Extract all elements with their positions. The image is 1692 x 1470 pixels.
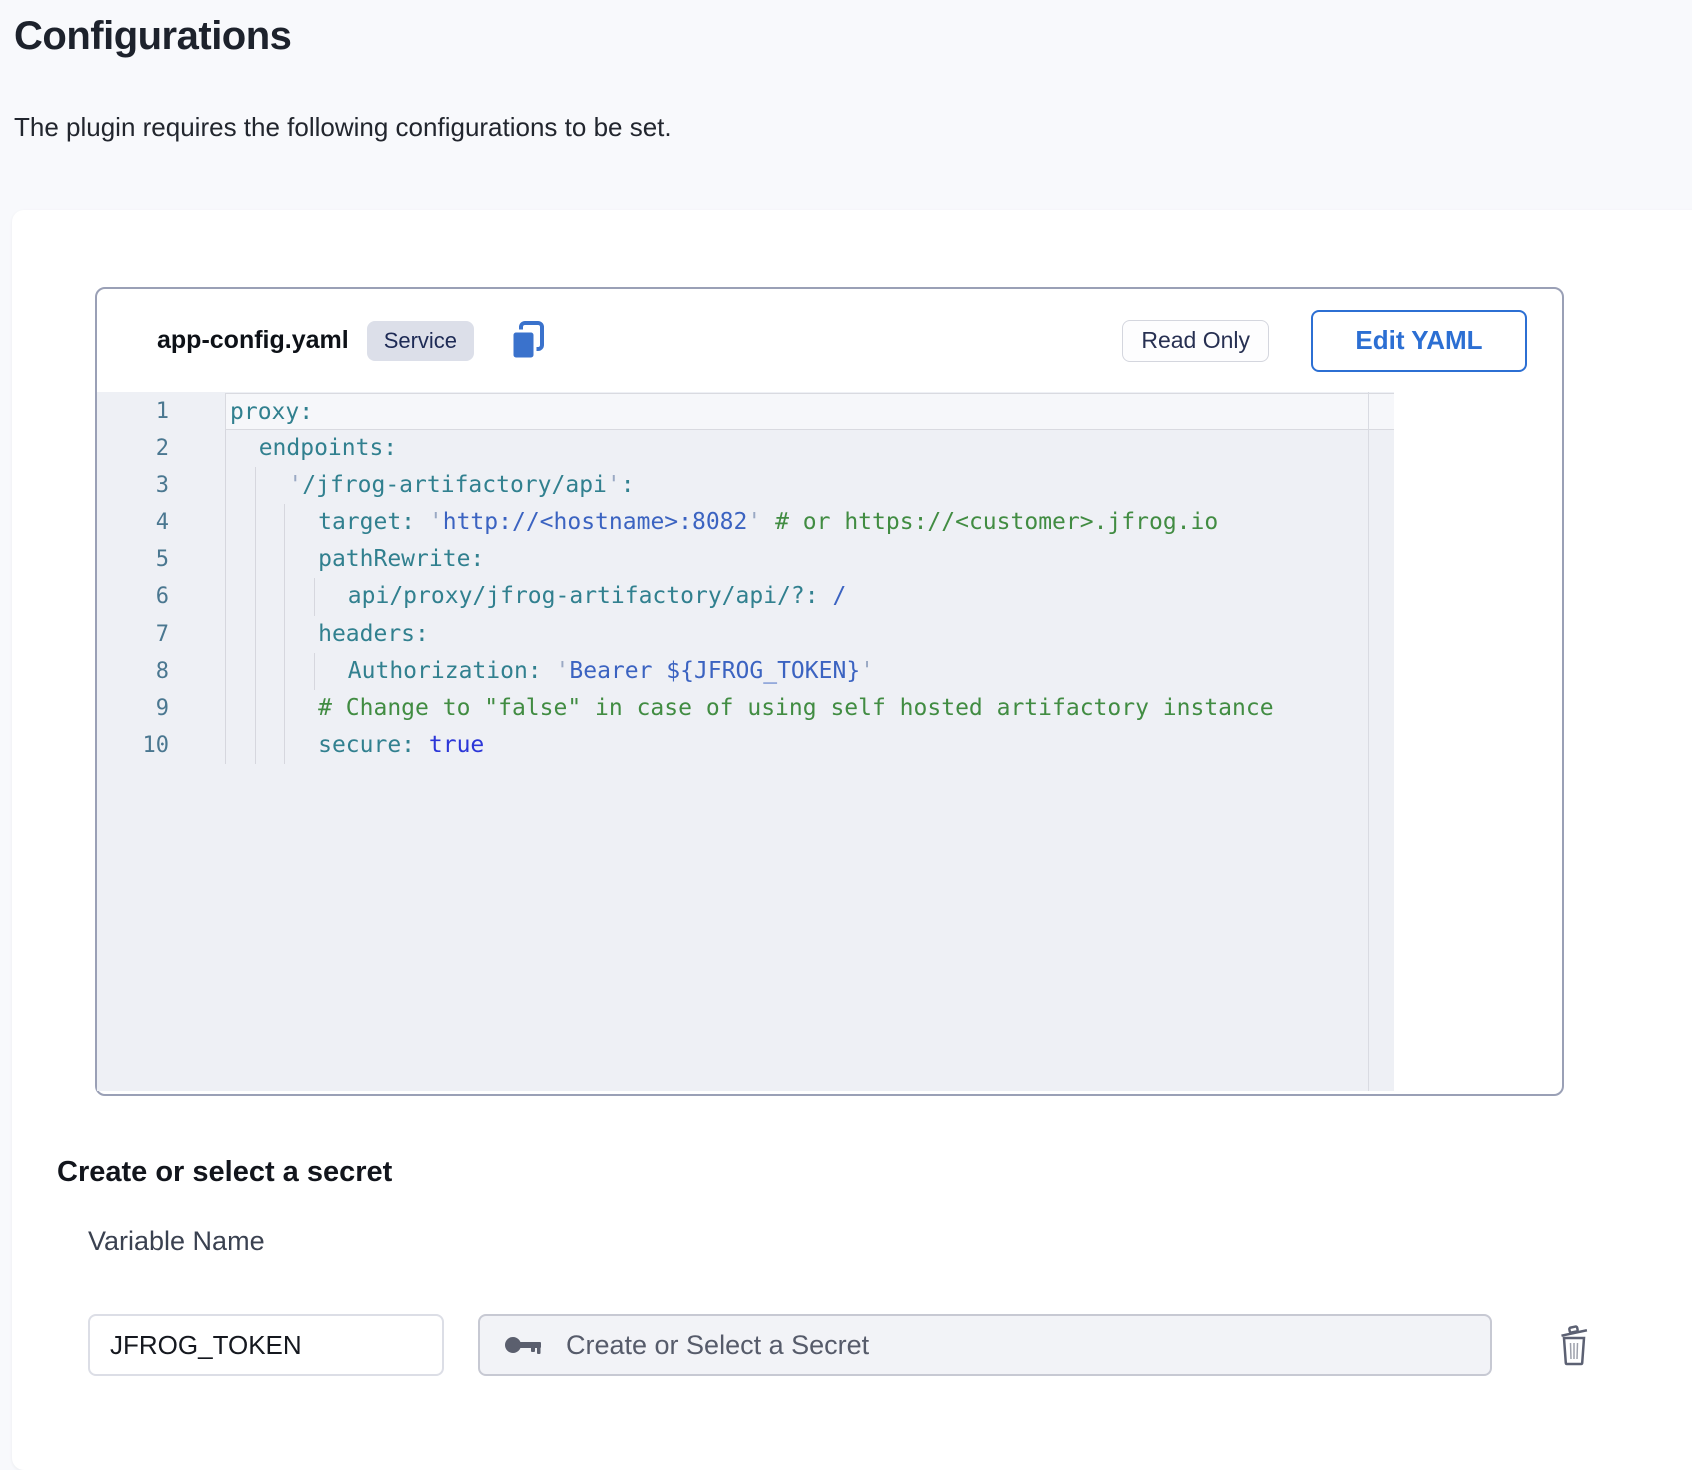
indent-guide <box>225 578 226 615</box>
indent-guide <box>225 504 226 541</box>
indent-guide <box>284 578 285 615</box>
editor-scrollbar-track[interactable] <box>1368 392 1369 1091</box>
page-subtitle: The plugin requires the following config… <box>14 112 672 143</box>
line-number: 1 <box>97 393 225 430</box>
indent-guide <box>225 727 226 764</box>
indent-guide <box>225 690 226 727</box>
indent-guide <box>255 616 256 653</box>
line-number: 8 <box>97 653 225 690</box>
code-line-text: endpoints: <box>225 430 397 467</box>
panel-header: app-config.yaml Service Read Only Edit Y… <box>97 289 1562 392</box>
code-line-text: api/proxy/jfrog-artifactory/api/?: / <box>225 578 846 615</box>
line-number: 4 <box>97 504 225 541</box>
indent-guide <box>284 690 285 727</box>
line-number: 9 <box>97 690 225 727</box>
indent-guide <box>255 467 256 504</box>
indent-guide <box>255 578 256 615</box>
code-line-text: pathRewrite: <box>225 541 484 578</box>
secret-section-heading: Create or select a secret <box>57 1156 392 1189</box>
secret-select-field[interactable]: Create or Select a Secret <box>478 1314 1492 1376</box>
code-line-text: '/jfrog-artifactory/api': <box>225 467 635 504</box>
indent-guide <box>225 616 226 653</box>
indent-guide <box>255 541 256 578</box>
code-line: proxy: <box>225 393 1394 430</box>
indent-guide <box>255 504 256 541</box>
indent-guide <box>284 541 285 578</box>
indent-guide <box>255 653 256 690</box>
line-number: 7 <box>97 616 225 653</box>
code-line-text: secure: true <box>225 727 484 764</box>
editor-code-area[interactable]: proxy:endpoints:'/jfrog-artifactory/api'… <box>225 393 1394 764</box>
code-line: '/jfrog-artifactory/api': <box>225 467 1394 504</box>
code-line: endpoints: <box>225 430 1394 467</box>
indent-guide <box>284 653 285 690</box>
indent-guide <box>225 653 226 690</box>
configuration-card: app-config.yaml Service Read Only Edit Y… <box>12 210 1692 1470</box>
code-line: target: 'http://<hostname>:8082' # or ht… <box>225 504 1394 541</box>
line-number: 2 <box>97 430 225 467</box>
indent-guide <box>284 504 285 541</box>
trash-icon <box>1554 1321 1594 1367</box>
variable-name-input[interactable] <box>88 1314 444 1376</box>
delete-secret-button[interactable] <box>1552 1320 1596 1370</box>
yaml-editor[interactable]: 12345678910 proxy:endpoints:'/jfrog-arti… <box>97 392 1394 1091</box>
variable-name-label: Variable Name <box>88 1226 265 1257</box>
copy-icon[interactable] <box>510 320 546 362</box>
code-line-text: proxy: <box>226 394 313 431</box>
indent-guide <box>314 578 315 615</box>
indent-guide <box>225 467 226 504</box>
key-icon <box>504 1334 544 1356</box>
code-line: Authorization: 'Bearer ${JFROG_TOKEN}' <box>225 653 1394 690</box>
edit-yaml-button[interactable]: Edit YAML <box>1311 310 1527 372</box>
code-line: # Change to "false" in case of using sel… <box>225 690 1394 727</box>
editor-gutter: 12345678910 <box>97 393 225 764</box>
code-line-text: target: 'http://<hostname>:8082' # or ht… <box>225 504 1218 541</box>
code-line: headers: <box>225 616 1394 653</box>
indent-guide <box>255 727 256 764</box>
indent-guide <box>284 727 285 764</box>
indent-guide <box>314 653 315 690</box>
line-number: 3 <box>97 467 225 504</box>
line-number: 5 <box>97 541 225 578</box>
page-title: Configurations <box>14 14 291 59</box>
service-badge: Service <box>367 321 474 361</box>
line-number: 6 <box>97 578 225 615</box>
indent-guide <box>255 690 256 727</box>
secret-select-placeholder: Create or Select a Secret <box>566 1330 869 1361</box>
code-line-text: Authorization: 'Bearer ${JFROG_TOKEN}' <box>225 653 874 690</box>
code-line: secure: true <box>225 727 1394 764</box>
code-line-text: # Change to "false" in case of using sel… <box>225 690 1274 727</box>
indent-guide <box>225 430 226 467</box>
code-line: api/proxy/jfrog-artifactory/api/?: / <box>225 578 1394 615</box>
line-number: 10 <box>97 727 225 764</box>
code-line: pathRewrite: <box>225 541 1394 578</box>
indent-guide <box>284 616 285 653</box>
read-only-button[interactable]: Read Only <box>1122 320 1269 362</box>
yaml-config-panel: app-config.yaml Service Read Only Edit Y… <box>95 287 1564 1096</box>
config-file-name: app-config.yaml <box>157 326 349 355</box>
copy-icon-glyph <box>510 320 546 362</box>
indent-guide <box>225 541 226 578</box>
